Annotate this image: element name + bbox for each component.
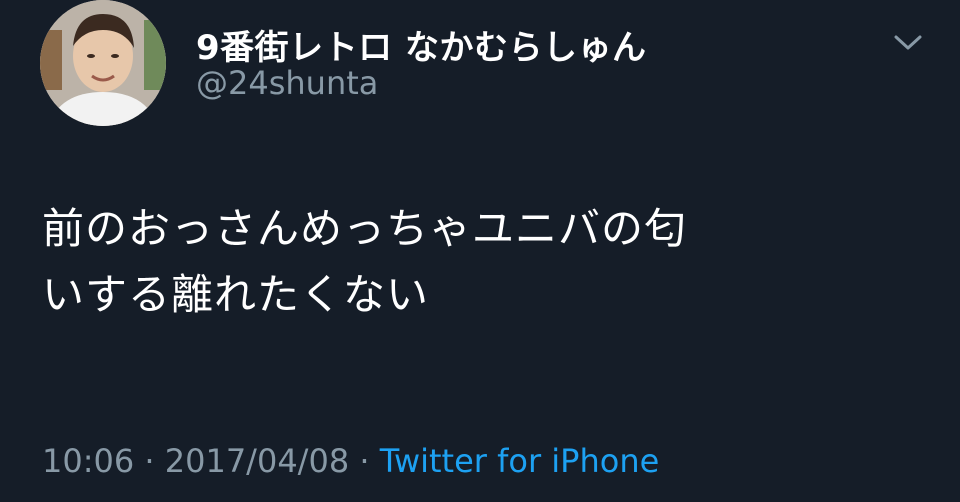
tweet-source-link[interactable]: Twitter for iPhone xyxy=(380,442,660,480)
tweet-meta: 10:06 · 2017/04/08 · Twitter for iPhone xyxy=(42,442,659,480)
avatar[interactable] xyxy=(40,0,166,126)
chevron-down-icon[interactable] xyxy=(888,28,928,56)
user-handle[interactable]: @24shunta xyxy=(196,64,378,102)
tweet-card: 9番街レトロ なかむらしゅん @24shunta 前のおっさんめっちゃユニバの匂… xyxy=(0,0,960,502)
tweet-time[interactable]: 10:06 xyxy=(42,442,134,480)
tweet-text-line: 前のおっさんめっちゃユニバの匂 xyxy=(42,204,688,253)
meta-separator: · xyxy=(359,442,370,480)
display-name[interactable]: 9番街レトロ なかむらしゅん xyxy=(196,20,647,69)
meta-separator: · xyxy=(144,442,155,480)
user-avatar-photo xyxy=(40,0,166,126)
tweet-date[interactable]: 2017/04/08 xyxy=(165,442,349,480)
tweet-text: 前のおっさんめっちゃユニバの匂 いする離れたくない xyxy=(42,196,902,328)
tweet-text-line: いする離れたくない xyxy=(42,270,430,319)
